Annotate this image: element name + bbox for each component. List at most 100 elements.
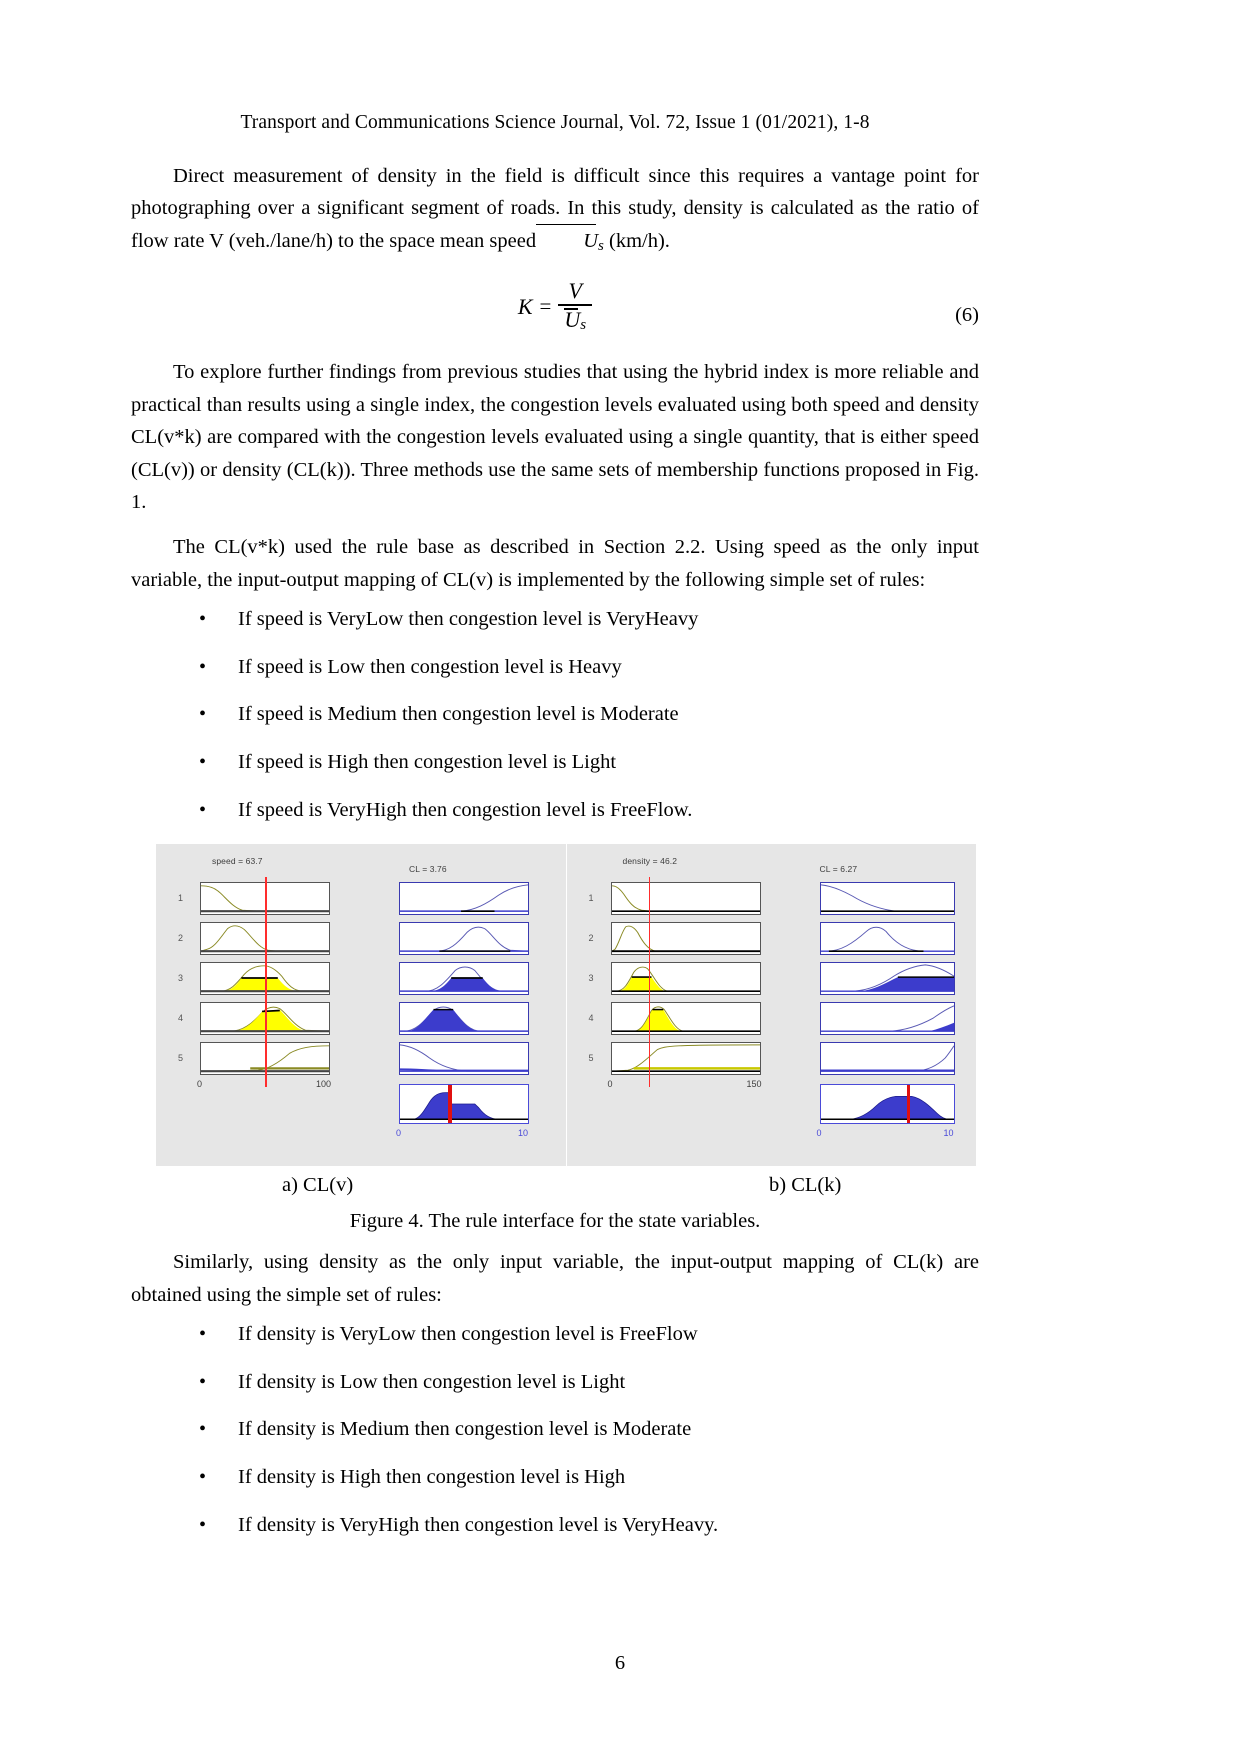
list-item: • If density is VeryLow then congestion … xyxy=(131,1321,979,1348)
u-bar-symbol: U xyxy=(536,223,598,257)
rule-text: If density is VeryHigh then congestion l… xyxy=(238,1513,719,1536)
rule-text: If speed is Low then congestion level is… xyxy=(238,655,622,678)
bullet-icon: • xyxy=(199,798,207,821)
bullet-icon: • xyxy=(199,608,207,631)
list-item: • If speed is High then congestion level… xyxy=(131,749,979,776)
panel-b-input-mf-3 xyxy=(610,962,761,996)
denominator-u-bar: U xyxy=(564,307,581,333)
equation-numerator: V xyxy=(568,278,582,304)
figure-caption: Figure 4. The rule interface for the sta… xyxy=(349,1210,761,1233)
panel-a-input-title: speed = 63.7 xyxy=(212,856,263,867)
equation-fraction: V Us xyxy=(558,278,593,333)
panel-a-output-mf-3 xyxy=(399,962,529,996)
panel-a-row-label-5: 5 xyxy=(178,1053,184,1064)
document-page: Transport and Communications Science Jou… xyxy=(0,0,1240,1753)
rules-list-density: • If density is VeryLow then congestion … xyxy=(131,1321,979,1538)
bullet-icon: • xyxy=(199,1418,207,1441)
panel-a-output-mf-5 xyxy=(399,1042,529,1076)
figure-subcaption-a: a) CL(v) xyxy=(282,1174,354,1197)
panel-b-output-mf-5 xyxy=(819,1042,955,1076)
fis-panel-clk: density = 46.2 CL = 6.27 1 2 3 4 5 0 150… xyxy=(566,844,976,1167)
panel-b-output-mf-1 xyxy=(819,882,955,916)
panel-b-input-indicator xyxy=(648,877,650,1088)
running-head: Transport and Communications Science Jou… xyxy=(240,112,870,133)
denominator-subscript: s xyxy=(580,317,587,334)
bullet-icon: • xyxy=(199,1323,207,1346)
paragraph-rule-base: The CL(v*k) used the rule base as descri… xyxy=(131,536,979,591)
figure-4: speed = 63.7 CL = 3.76 1 2 3 4 5 0 100 0… xyxy=(156,844,976,1167)
panel-a-output-mf-4 xyxy=(399,1002,529,1036)
list-item: • If density is High then congestion lev… xyxy=(131,1464,979,1491)
bullet-icon: • xyxy=(199,750,207,773)
page-number: 6 xyxy=(614,1652,626,1674)
panel-b-row-label-1: 1 xyxy=(588,893,594,904)
panel-b-output-axis-min: 0 xyxy=(816,1128,822,1139)
fis-panel-clv: speed = 63.7 CL = 3.76 1 2 3 4 5 0 100 0… xyxy=(156,844,567,1167)
panel-b-input-axis-max: 150 xyxy=(746,1079,762,1090)
panel-a-input-indicator xyxy=(265,877,267,1088)
rule-text: If density is Medium then congestion lev… xyxy=(238,1418,692,1441)
list-item: • If density is Low then congestion leve… xyxy=(131,1369,979,1396)
fuzzy-rule-interface: speed = 63.7 CL = 3.76 1 2 3 4 5 0 100 0… xyxy=(156,844,976,1167)
panel-b-row-label-4: 4 xyxy=(588,1013,594,1024)
equation-lhs: K xyxy=(517,293,533,319)
panel-b-input-title: density = 46.2 xyxy=(622,856,678,867)
equation-number: (6) xyxy=(955,304,979,327)
paragraph-density-intro-tail: (km/h). xyxy=(609,229,670,252)
panel-a-aggregate-output xyxy=(399,1084,529,1125)
figure-subcaption-b: b) CL(k) xyxy=(769,1174,842,1197)
bullet-icon: • xyxy=(199,1370,207,1393)
list-item: • If speed is VeryHigh then congestion l… xyxy=(131,797,979,824)
panel-a-row-label-4: 4 xyxy=(178,1013,184,1024)
rule-text: If speed is VeryHigh then congestion lev… xyxy=(238,798,693,821)
panel-a-output-axis-min: 0 xyxy=(396,1128,402,1139)
paragraph-density-rules: Similarly, using density as the only inp… xyxy=(131,1251,979,1306)
panel-a-output-title: CL = 3.76 xyxy=(409,864,447,875)
panel-a-row-label-1: 1 xyxy=(178,893,184,904)
bullet-icon: • xyxy=(199,655,207,678)
list-item: • If speed is Medium then congestion lev… xyxy=(131,701,979,728)
panel-b-input-mf-4 xyxy=(610,1002,761,1036)
panel-b-output-title: CL = 6.27 xyxy=(819,864,858,875)
list-item: • If speed is VeryLow then congestion le… xyxy=(131,606,979,633)
figure-subcaptions: a) CL(v) b) CL(k) xyxy=(156,1174,976,1204)
panel-a-input-axis-max: 100 xyxy=(316,1079,332,1090)
panel-b-row-label-2: 2 xyxy=(588,933,594,944)
panel-a-output-indicator xyxy=(448,1085,452,1124)
paragraph-density-intro: Direct measurement of density in the fie… xyxy=(131,160,979,258)
paragraph-hybrid-index: To explore further findings from previou… xyxy=(131,361,979,513)
panel-b-row-label-5: 5 xyxy=(588,1053,594,1064)
equation-6-row: K = V Us (6) xyxy=(131,274,979,356)
list-item: • If density is Medium then congestion l… xyxy=(131,1416,979,1443)
panel-b-input-mf-1 xyxy=(610,882,761,916)
panel-b-input-mf-2 xyxy=(610,922,761,956)
rule-text: If density is Low then congestion level … xyxy=(238,1370,626,1393)
rules-list-speed: • If speed is VeryLow then congestion le… xyxy=(131,606,979,823)
panel-b-row-label-3: 3 xyxy=(588,973,594,984)
panel-b-output-mf-4 xyxy=(819,1002,955,1036)
panel-a-input-axis-min: 0 xyxy=(197,1079,203,1090)
panel-a-row-label-2: 2 xyxy=(178,933,184,944)
u-bar-subscript: s xyxy=(598,237,604,254)
panel-b-aggregate-output xyxy=(819,1084,955,1125)
panel-b-output-axis-max: 10 xyxy=(943,1128,954,1139)
list-item: • If speed is Low then congestion level … xyxy=(131,654,979,681)
bullet-icon: • xyxy=(199,1465,207,1488)
panel-b-input-mf-5 xyxy=(610,1042,761,1076)
panel-b-output-mf-2 xyxy=(819,922,955,956)
rule-text: If speed is VeryLow then congestion leve… xyxy=(238,608,699,631)
equation-equals: = xyxy=(539,294,552,319)
rule-text: If density is High then congestion level… xyxy=(238,1465,626,1488)
equation-6: K = V Us xyxy=(131,280,979,333)
page-content: Transport and Communications Science Jou… xyxy=(131,0,979,1559)
equation-denominator: Us xyxy=(558,306,592,333)
panel-b-output-indicator xyxy=(906,1085,910,1124)
panel-a-output-mf-1 xyxy=(399,882,529,916)
bullet-icon: • xyxy=(199,703,207,726)
bullet-icon: • xyxy=(199,1513,207,1536)
panel-a-output-mf-2 xyxy=(399,922,529,956)
list-item: • If density is VeryHigh then congestion… xyxy=(131,1512,979,1539)
rule-text: If speed is High then congestion level i… xyxy=(238,750,617,773)
panel-a-row-label-3: 3 xyxy=(178,973,184,984)
panel-b-input-axis-min: 0 xyxy=(607,1079,613,1090)
